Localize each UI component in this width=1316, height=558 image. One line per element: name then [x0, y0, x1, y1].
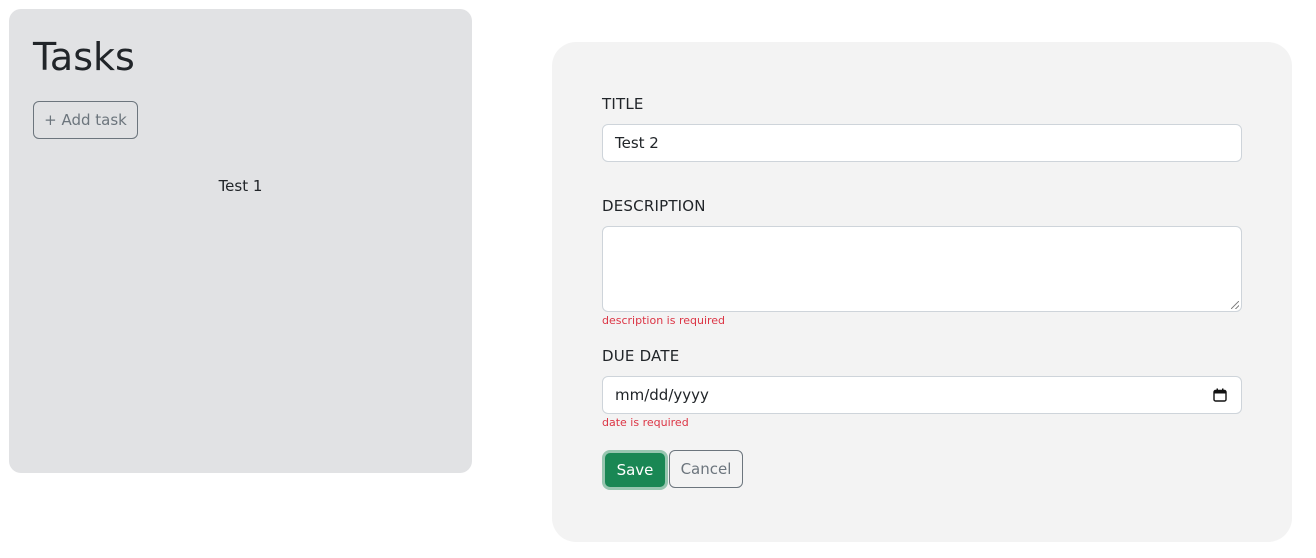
due-date-label: DUE DATE	[602, 347, 680, 365]
description-error: description is required	[602, 314, 726, 327]
due-date-placeholder: mm/dd/yyyy	[615, 386, 709, 404]
resize-handle-icon[interactable]	[1231, 301, 1239, 309]
tasks-panel: Tasks + Add task Test 1	[9, 9, 472, 473]
title-input[interactable]: Test 2	[602, 124, 1242, 162]
description-label: DESCRIPTION	[602, 197, 706, 215]
save-button[interactable]: Save	[605, 453, 665, 487]
title-label: TITLE	[602, 95, 644, 113]
task-form: TITLE Test 2 DESCRIPTION description is …	[552, 42, 1292, 542]
tasks-title: Tasks	[33, 35, 135, 79]
task-list: Test 1	[9, 175, 472, 197]
calendar-icon[interactable]	[1213, 388, 1227, 402]
cancel-button[interactable]: Cancel	[669, 450, 743, 488]
description-textarea[interactable]	[602, 226, 1242, 312]
task-item[interactable]: Test 1	[9, 175, 472, 197]
add-task-button[interactable]: + Add task	[33, 101, 138, 139]
due-date-input[interactable]: mm/dd/yyyy	[602, 376, 1242, 414]
due-date-error: date is required	[602, 416, 689, 429]
